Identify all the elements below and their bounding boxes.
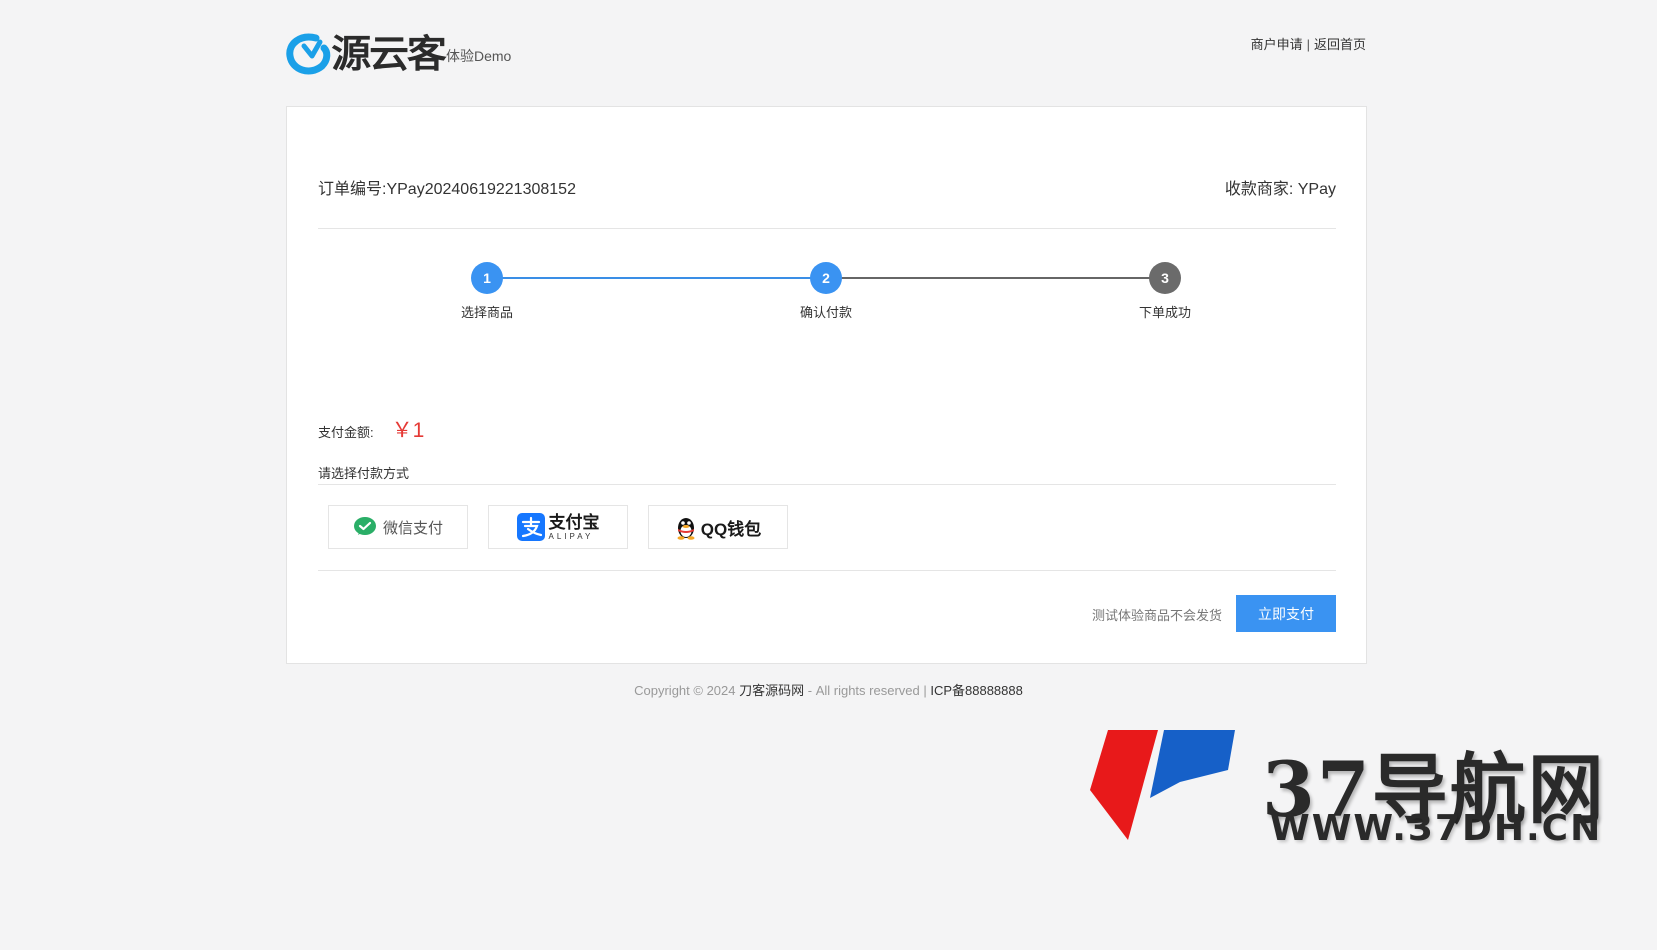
pay-now-button[interactable]: 立即支付	[1236, 595, 1336, 632]
alipay-label: 支付宝	[548, 512, 600, 532]
payment-amount: 支付金额: ￥1	[318, 414, 424, 444]
page-header: 源云客 体验Demo 商户申请 | 返回首页	[286, 28, 1366, 80]
wechat-pay-option[interactable]: 微信支付	[328, 505, 468, 549]
progress-steps: 1 选择商品 2 确认付款 3 下单成功	[318, 262, 1336, 332]
order-number: 订单编号:YPay20240619221308152	[318, 175, 576, 199]
qq-penguin-icon	[677, 518, 695, 540]
test-notice: 测试体验商品不会发货	[1091, 608, 1222, 623]
site-watermark: 37导航网 WWW.37DH.CN	[1090, 730, 1650, 850]
alipay-option[interactable]: 支付宝 ALIPAY	[488, 505, 628, 549]
logo-swirl-icon	[286, 33, 331, 75]
order-number-value: YPay20240619221308152	[386, 181, 576, 198]
step-label: 下单成功	[1138, 305, 1191, 320]
alipay-icon	[516, 513, 545, 541]
link-separator: |	[1306, 37, 1310, 52]
qq-wallet-option[interactable]: QQ钱包	[648, 505, 788, 549]
divider	[318, 228, 1336, 229]
step-label: 选择商品	[460, 305, 513, 320]
page-footer: Copyright © 2024 刀客源码网 - All rights rese…	[0, 680, 1657, 699]
watermark-logo-icon	[1090, 730, 1235, 840]
step-select-product: 1 选择商品	[427, 262, 547, 321]
step-confirm-payment: 2 确认付款	[766, 262, 886, 321]
step-number: 1	[471, 262, 503, 294]
step-label: 确认付款	[799, 305, 852, 320]
merchant-info: 收款商家: YPay	[1225, 175, 1336, 199]
amount-value: ￥1	[391, 419, 425, 442]
step-order-success: 3 下单成功	[1105, 262, 1225, 321]
site-logo[interactable]: 源云客	[286, 31, 447, 76]
amount-label: 支付金额:	[318, 425, 374, 440]
alipay-en-label: ALIPAY	[548, 531, 594, 541]
wechat-icon	[353, 517, 376, 535]
icp-link[interactable]: ICP备88888888	[930, 683, 1023, 698]
back-home-link[interactable]: 返回首页	[1314, 37, 1366, 52]
step-number: 3	[1149, 262, 1181, 294]
merchant-label: 收款商家:	[1224, 181, 1294, 198]
divider	[318, 484, 1336, 485]
wechat-pay-label: 微信支付	[382, 519, 443, 537]
step-number: 2	[810, 262, 842, 294]
top-links: 商户申请 | 返回首页	[1251, 34, 1366, 53]
logo-text: 源云客	[331, 31, 447, 76]
rights-text: - All rights reserved |	[807, 683, 927, 698]
merchant-value: YPay	[1297, 181, 1336, 198]
order-number-label: 订单编号:	[318, 181, 387, 198]
payment-methods: 微信支付 支付宝 ALIPAY QQ钱包	[328, 505, 788, 549]
divider	[318, 570, 1336, 571]
brand-link[interactable]: 刀客源码网	[739, 683, 804, 698]
copyright-text: Copyright © 2024	[634, 683, 736, 698]
watermark-url: WWW.37DH.CN	[1270, 808, 1603, 849]
order-card: 订单编号:YPay20240619221308152 收款商家: YPay 1 …	[286, 106, 1367, 664]
demo-label: 体验Demo	[446, 48, 512, 64]
qq-wallet-label: QQ钱包	[700, 519, 762, 539]
merchant-apply-link[interactable]: 商户申请	[1251, 37, 1303, 52]
alipay-logo: 支付宝 ALIPAY	[516, 512, 600, 541]
choose-method-label: 请选择付款方式	[318, 466, 410, 481]
